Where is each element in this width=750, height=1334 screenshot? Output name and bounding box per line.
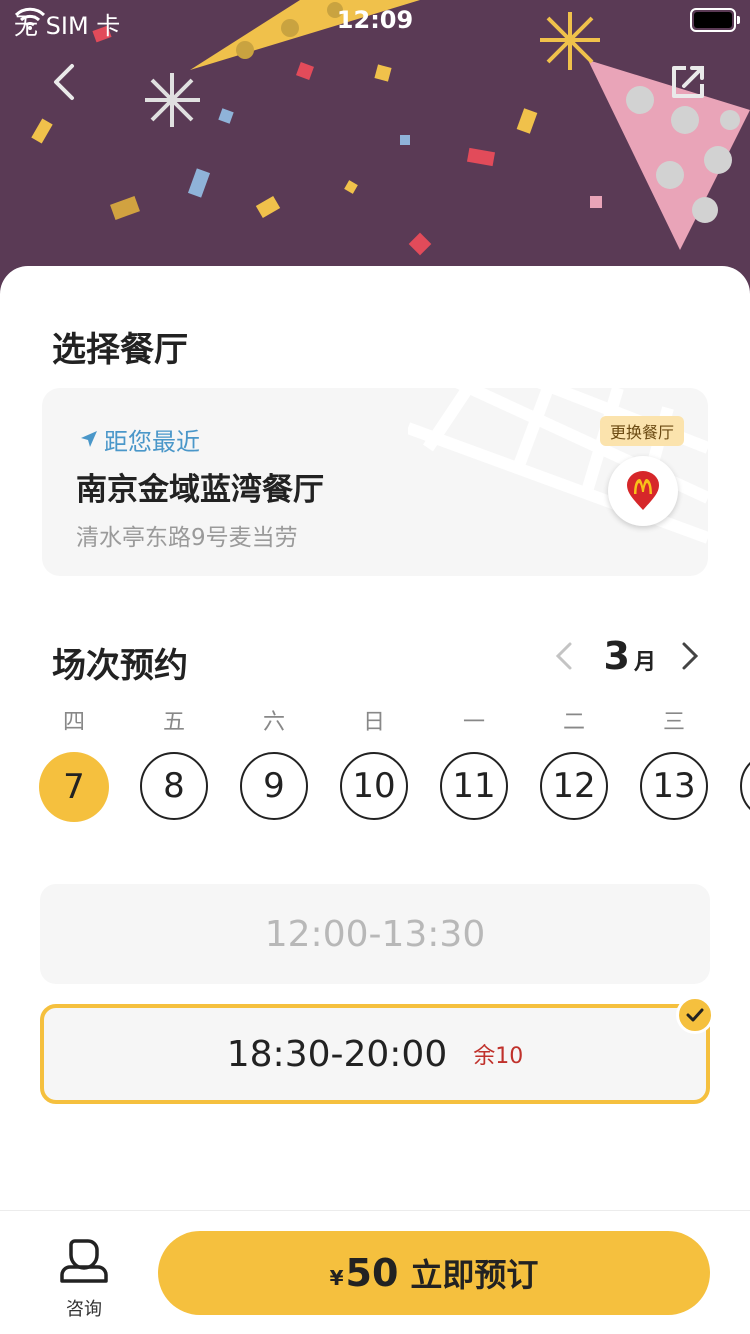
book-now-label: 立即预订 (410, 1256, 539, 1294)
session-booking-title: 场次预约 (52, 646, 188, 686)
time-slot-dinner[interactable]: 18:30-20:00 余10 (40, 996, 714, 1104)
mcdonalds-pin-icon (608, 456, 678, 526)
currency-symbol: ¥ (329, 1266, 344, 1290)
location-arrow-icon (80, 426, 98, 454)
confetti-decoration (31, 0, 750, 256)
day-item[interactable]: 日 10 (324, 704, 424, 820)
weekday-label: 三 (662, 710, 685, 735)
status-time: 12:09 (336, 6, 414, 34)
nearest-label: 距您最近 (104, 428, 200, 456)
chevron-right-icon[interactable] (672, 634, 708, 678)
date-circle[interactable]: 9 (240, 752, 308, 820)
month-navigator: 3 月 (546, 634, 708, 678)
chevron-left-icon[interactable] (546, 634, 582, 678)
price-value: 50 (345, 1251, 399, 1295)
weekday-label: 一 (462, 710, 485, 735)
day-item[interactable]: 一 11 (424, 704, 524, 820)
select-restaurant-title: 选择餐厅 (52, 330, 188, 370)
day-item[interactable]: 三 13 (624, 704, 724, 820)
restaurant-name: 南京金域蓝湾餐厅 (76, 472, 324, 508)
day-item[interactable]: 五 8 (124, 704, 224, 820)
date-circle[interactable]: 7 (39, 752, 109, 822)
restaurant-card[interactable]: 距您最近 南京金域蓝湾餐厅 清水亭东路9号麦当劳 更换餐厅 (42, 388, 708, 576)
battery-icon (690, 8, 740, 32)
consult-button[interactable]: 咨询 (46, 1233, 122, 1321)
slot-time: 12:00-13:30 (264, 913, 486, 955)
day-item[interactable]: 六 9 (224, 704, 324, 820)
nearest-indicator: 距您最近 (80, 422, 200, 457)
share-icon[interactable] (666, 60, 710, 104)
time-slot-lunch: 12:00-13:30 (40, 884, 710, 984)
person-icon (46, 1233, 122, 1289)
day-item[interactable]: 四 7 (24, 704, 124, 822)
weekday-label: 二 (562, 710, 585, 735)
consult-label: 咨询 (66, 1299, 102, 1320)
day-item-partial[interactable] (724, 704, 750, 820)
booking-sheet: 选择餐厅 距您最近 南京金域蓝湾餐厅 清水亭东路9号麦当劳 更换餐厅 场次预约 … (0, 266, 750, 1210)
date-circle[interactable]: 10 (340, 752, 408, 820)
date-circle[interactable]: 12 (540, 752, 608, 820)
back-chevron-icon[interactable] (40, 56, 90, 106)
restaurant-address: 清水亭东路9号麦当劳 (76, 525, 298, 551)
weekday-label: 四 (62, 710, 85, 735)
weekday-label: 六 (262, 710, 285, 735)
check-icon (676, 996, 714, 1034)
remaining-seats-badge: 余10 (473, 1044, 524, 1069)
date-selector: 四 7 五 8 六 9 日 10 一 11 二 12 三 13 (0, 704, 750, 844)
weekday-label (724, 704, 750, 740)
bottom-action-bar: 咨询 ¥ 50 立即预订 (0, 1210, 750, 1334)
date-circle[interactable]: 8 (140, 752, 208, 820)
page: 无 SIM 卡 12:09 选择餐厅 距您最近 南京金域蓝湾餐厅 清水亭东路9号… (0, 0, 750, 1334)
weekday-label: 五 (162, 710, 185, 735)
date-circle[interactable]: 13 (640, 752, 708, 820)
header-banner: 无 SIM 卡 12:09 (0, 0, 750, 300)
book-now-button[interactable]: ¥ 50 立即预订 (158, 1231, 710, 1315)
status-bar: 无 SIM 卡 12:09 (0, 0, 750, 40)
slot-time: 18:30-20:00 (226, 1033, 448, 1075)
weekday-label: 日 (362, 710, 385, 735)
date-circle[interactable] (740, 752, 750, 820)
date-circle[interactable]: 11 (440, 752, 508, 820)
day-item[interactable]: 二 12 (524, 704, 624, 820)
month-label: 3 月 (604, 634, 656, 678)
month-unit: 月 (633, 650, 656, 675)
change-restaurant-button[interactable]: 更换餐厅 (599, 416, 684, 446)
month-number: 3 (603, 634, 630, 678)
